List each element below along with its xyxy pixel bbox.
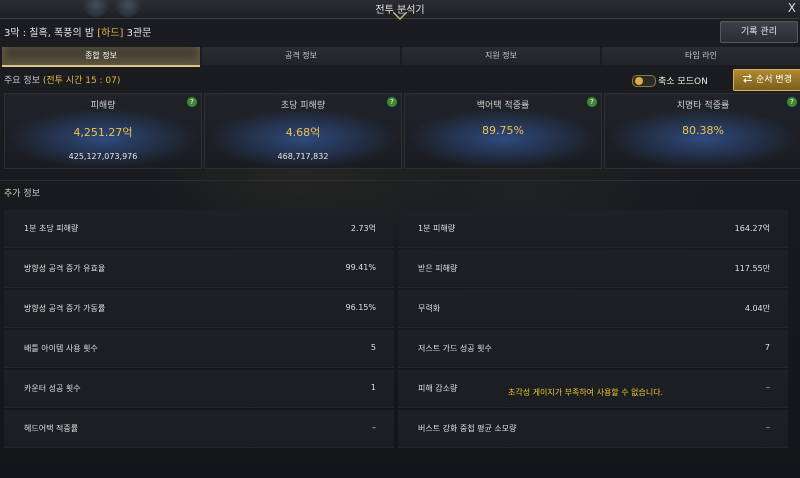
ornament-icon — [393, 12, 407, 20]
stat-name: 초당 피해량 — [280, 101, 326, 111]
row-label: 저스트 가드 성공 횟수 — [418, 344, 492, 353]
stat-subvalue: 468,717,832 — [277, 152, 329, 161]
row-label: 방향성 공격 증가 유효율 — [24, 264, 106, 273]
table-row: 받은 피해량 117.55만 — [398, 250, 788, 288]
row-label: 무력화 — [418, 304, 441, 313]
row-value: – — [766, 383, 770, 392]
row-label: 방향성 공격 증가 가동률 — [24, 304, 106, 313]
stat-value: 4.68억 — [285, 126, 321, 139]
table-row: 카운터 성공 횟수 1 — [4, 370, 394, 408]
row-label: 피해 감소량 — [418, 384, 458, 393]
record-manage-button[interactable]: 기록 관리 — [720, 21, 798, 43]
row-label: 1분 초당 피해량 — [24, 224, 79, 233]
row-value: – — [766, 423, 770, 432]
stat-name: 백어택 적중률 — [476, 101, 530, 111]
reorder-label: 순서 변경 — [756, 75, 792, 85]
row-value: 1 — [370, 383, 376, 392]
row-value: 96.15% — [345, 303, 376, 312]
table-row: 버스트 강화 중첩 평균 소모량 – — [398, 410, 788, 448]
stat-card-crit: 치명타 적중률 ? 80.38% — [604, 93, 800, 169]
stat-value: 80.38% — [682, 124, 724, 137]
tab-support[interactable]: 지원 정보 — [402, 47, 600, 65]
stat-card-back-attack: 백어택 적중률 ? 89.75% — [404, 93, 602, 169]
table-row: 1분 초당 피해량 2.73억 — [4, 210, 394, 248]
row-label: 헤드어택 적중률 — [24, 424, 79, 433]
row-value: 117.55만 — [734, 264, 770, 273]
tab-overview[interactable]: 종합 정보 — [2, 47, 200, 67]
help-icon[interactable]: ? — [787, 97, 797, 107]
tab-attack[interactable]: 공격 정보 — [202, 47, 400, 65]
stat-value: 89.75% — [482, 124, 524, 137]
stat-subvalue: 425,127,073,976 — [68, 152, 138, 161]
main-info-label: 주요 정보 — [4, 76, 40, 86]
row-label: 받은 피해량 — [418, 264, 458, 273]
tab-timeline[interactable]: 타임 라인 — [602, 47, 800, 65]
help-icon[interactable]: ? — [187, 97, 197, 107]
close-button[interactable]: X — [788, 1, 796, 15]
table-row: 배틀 아이템 사용 횟수 5 — [4, 330, 394, 368]
stage-name: 3막 : 칠흑, 폭풍의 밤 — [4, 28, 95, 39]
stat-card-damage: 피해량 ? 4,251.27억 425,127,073,976 — [4, 93, 202, 169]
table-row: 무력화 4.04만 — [398, 290, 788, 328]
compact-mode-label: 축소 모드ON — [658, 77, 708, 87]
notice-message: 초각성 게이지가 부족하여 사용할 수 없습니다. — [508, 388, 664, 397]
help-icon[interactable]: ? — [387, 97, 397, 107]
swap-icon — [743, 74, 752, 83]
row-label: 1분 피해량 — [418, 224, 456, 233]
tab-bar: 종합 정보 공격 정보 지원 정보 타임 라인 — [2, 47, 800, 67]
row-value: – — [372, 423, 376, 432]
stat-name: 피해량 — [90, 101, 116, 111]
row-value: 5 — [370, 343, 376, 352]
table-row: 방향성 공격 증가 유효율 99.41% — [4, 250, 394, 288]
toggle-switch[interactable] — [632, 75, 656, 87]
table-row: 1분 피해량 164.27억 — [398, 210, 788, 248]
difficulty-badge: [하드] — [97, 28, 124, 39]
row-label: 배틀 아이템 사용 횟수 — [24, 344, 98, 353]
row-value: 2.73억 — [350, 224, 376, 233]
title-bar: 전투 분석기 X — [0, 0, 800, 20]
table-row: 헤드어택 적중률 – — [4, 410, 394, 448]
toggle-knob — [635, 77, 643, 85]
help-icon[interactable]: ? — [587, 97, 597, 107]
divider — [0, 180, 800, 181]
row-value: 4.04만 — [744, 304, 770, 313]
table-row: 방향성 공격 증가 가동률 96.15% — [4, 290, 394, 328]
row-value: 7 — [764, 343, 770, 352]
gate-label: 3관문 — [126, 28, 152, 39]
extra-info-header: 추가 정보 — [4, 189, 40, 199]
stat-value: 4,251.27억 — [73, 126, 133, 139]
row-value: 164.27억 — [734, 224, 770, 233]
battle-time: (전투 시간 15 : 07) — [42, 76, 121, 86]
row-label: 카운터 성공 횟수 — [24, 384, 81, 393]
stat-card-dps: 초당 피해량 ? 4.68억 468,717,832 — [204, 93, 402, 169]
reorder-button[interactable]: 순서 변경 — [733, 69, 800, 91]
row-label: 버스트 강화 중첩 평균 소모량 — [418, 424, 517, 433]
main-info-header: 주요 정보 (전투 시간 15 : 07) — [4, 73, 120, 86]
stage-title: 3막 : 칠흑, 폭풍의 밤 [하드] 3관문 — [4, 24, 151, 39]
table-row: 저스트 가드 성공 횟수 7 — [398, 330, 788, 368]
row-value: 99.41% — [345, 263, 376, 272]
stat-name: 치명타 적중률 — [676, 101, 730, 111]
